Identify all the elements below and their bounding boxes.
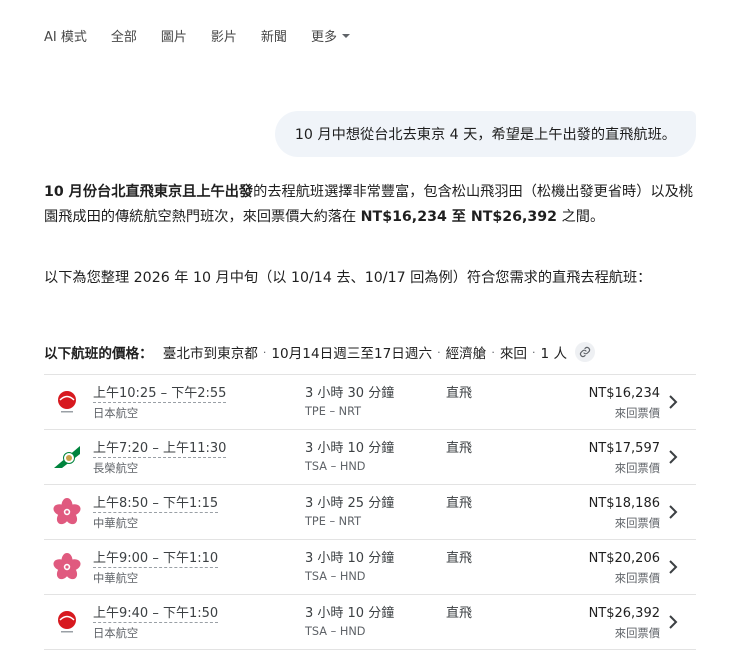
eva-logo-icon — [52, 442, 82, 472]
flight-price-type: 來回票價 — [614, 627, 660, 640]
flight-stops: 直飛 — [446, 606, 473, 621]
jal-logo-icon — [52, 607, 82, 637]
flight-header-route[interactable]: 臺北市到東京都 — [163, 342, 258, 362]
flight-row[interactable]: 上午8:50 – 下午1:15 中華航空 3 小時 25 分鐘 TPE – NR… — [44, 485, 696, 540]
flight-header-cabin[interactable]: 經濟艙 — [446, 342, 487, 362]
separator: · — [532, 345, 536, 359]
china-airlines-logo-icon — [52, 497, 82, 527]
tab-videos[interactable]: 影片 — [211, 26, 237, 45]
flight-duration: 3 小時 10 分鐘 — [305, 606, 395, 621]
flight-route: TSA – HND — [305, 625, 366, 638]
flight-price-type: 來回票價 — [614, 462, 660, 475]
flight-price: NT$17,597 — [588, 441, 660, 456]
flight-airline: 長榮航空 — [93, 462, 139, 475]
flight-header-trip[interactable]: 來回 — [500, 342, 527, 362]
flight-price: NT$20,206 — [588, 551, 660, 566]
separator: · — [262, 345, 267, 359]
answer-price-range: NT$16,234 至 NT$26,392 — [360, 209, 558, 225]
flight-price-type: 來回票價 — [614, 407, 660, 420]
flight-row[interactable]: 上午7:20 – 上午11:30 長榮航空 3 小時 10 分鐘 TSA – H… — [44, 430, 696, 485]
flight-time: 上午7:20 – 上午11:30 — [93, 441, 227, 458]
flight-airline: 日本航空 — [93, 627, 139, 640]
flight-row[interactable]: 上午9:40 – 下午1:50 日本航空 3 小時 10 分鐘 TSA – HN… — [44, 595, 696, 650]
flight-route: TPE – NRT — [305, 515, 362, 528]
flight-route: TPE – NRT — [305, 405, 362, 418]
flight-header-passengers[interactable]: 1 人 — [541, 342, 568, 362]
flight-airline: 中華航空 — [93, 517, 139, 530]
flight-time: 上午8:50 – 下午1:15 — [93, 496, 219, 513]
flight-time: 上午9:00 – 下午1:10 — [93, 551, 219, 568]
flight-route: TSA – HND — [305, 460, 366, 473]
flight-price: NT$18,186 — [588, 496, 660, 511]
flight-price: NT$26,392 — [588, 606, 660, 621]
china-airlines-logo-icon — [52, 552, 82, 582]
answer-highlight: 10 月份台北直飛東京且上午出發 — [44, 184, 254, 200]
user-query-bubble: 10 月中想從台北去東京 4 天，希望是上午出發的直飛航班。 — [274, 111, 696, 157]
flight-row[interactable]: 上午9:00 – 下午1:10 中華航空 3 小時 10 分鐘 TSA – HN… — [44, 540, 696, 595]
flight-airline: 中華航空 — [93, 572, 139, 585]
flight-stops: 直飛 — [446, 551, 473, 566]
flight-header-title: 以下航班的價格： — [44, 346, 153, 362]
flight-price-type: 來回票價 — [614, 572, 660, 585]
flight-list: 上午10:25 – 下午2:55 日本航空 3 小時 30 分鐘 TPE – N… — [44, 374, 696, 650]
tab-all[interactable]: 全部 — [111, 26, 137, 45]
link-icon[interactable] — [575, 342, 596, 362]
flight-airline: 日本航空 — [93, 407, 139, 420]
tab-ai-mode[interactable]: AI 模式 — [44, 26, 87, 45]
flight-route: TSA – HND — [305, 570, 366, 583]
tab-images[interactable]: 圖片 — [161, 26, 187, 45]
flight-time: 上午9:40 – 下午1:50 — [93, 606, 219, 623]
flight-duration: 3 小時 30 分鐘 — [305, 386, 395, 401]
answer-text-end: 之間。 — [557, 209, 605, 225]
flight-price-type: 來回票價 — [614, 517, 660, 530]
tab-more-label: 更多 — [310, 29, 337, 45]
flight-stops: 直飛 — [446, 496, 473, 511]
separator: · — [491, 345, 495, 359]
answer-paragraph-1: 10 月份台北直飛東京且上午出發的去程航班選擇非常豐富，包含松山飛羽田（松機出發… — [44, 180, 696, 230]
chevron-right-icon — [669, 560, 678, 574]
flight-stops: 直飛 — [446, 386, 473, 401]
flight-results-header: 以下航班的價格： 臺北市到東京都 · 10月14日週三至17日週六 · 經濟艙 … — [44, 341, 596, 363]
flight-duration: 3 小時 25 分鐘 — [305, 496, 395, 511]
answer-paragraph-2: 以下為您整理 2026 年 10 月中旬（以 10/14 去、10/17 回為例… — [44, 270, 652, 286]
chevron-right-icon — [669, 505, 678, 519]
search-tabs: AI 模式 全部 圖片 影片 新聞 更多 — [44, 25, 374, 45]
flight-stops: 直飛 — [446, 441, 473, 456]
flight-header-dates[interactable]: 10月14日週三至17日週六 — [271, 342, 432, 362]
tab-more[interactable]: 更多 — [311, 26, 350, 45]
jal-logo-icon — [52, 387, 82, 417]
flight-duration: 3 小時 10 分鐘 — [305, 551, 395, 566]
caret-down-icon — [341, 34, 350, 38]
separator: · — [437, 345, 441, 359]
chevron-right-icon — [669, 450, 678, 464]
flight-row[interactable]: 上午10:25 – 下午2:55 日本航空 3 小時 30 分鐘 TPE – N… — [44, 375, 696, 430]
tab-news[interactable]: 新聞 — [261, 26, 287, 45]
flight-price: NT$16,234 — [588, 386, 660, 401]
flight-time: 上午10:25 – 下午2:55 — [93, 386, 227, 403]
flight-duration: 3 小時 10 分鐘 — [305, 441, 395, 456]
chevron-right-icon — [669, 615, 678, 629]
chevron-right-icon — [669, 395, 678, 409]
